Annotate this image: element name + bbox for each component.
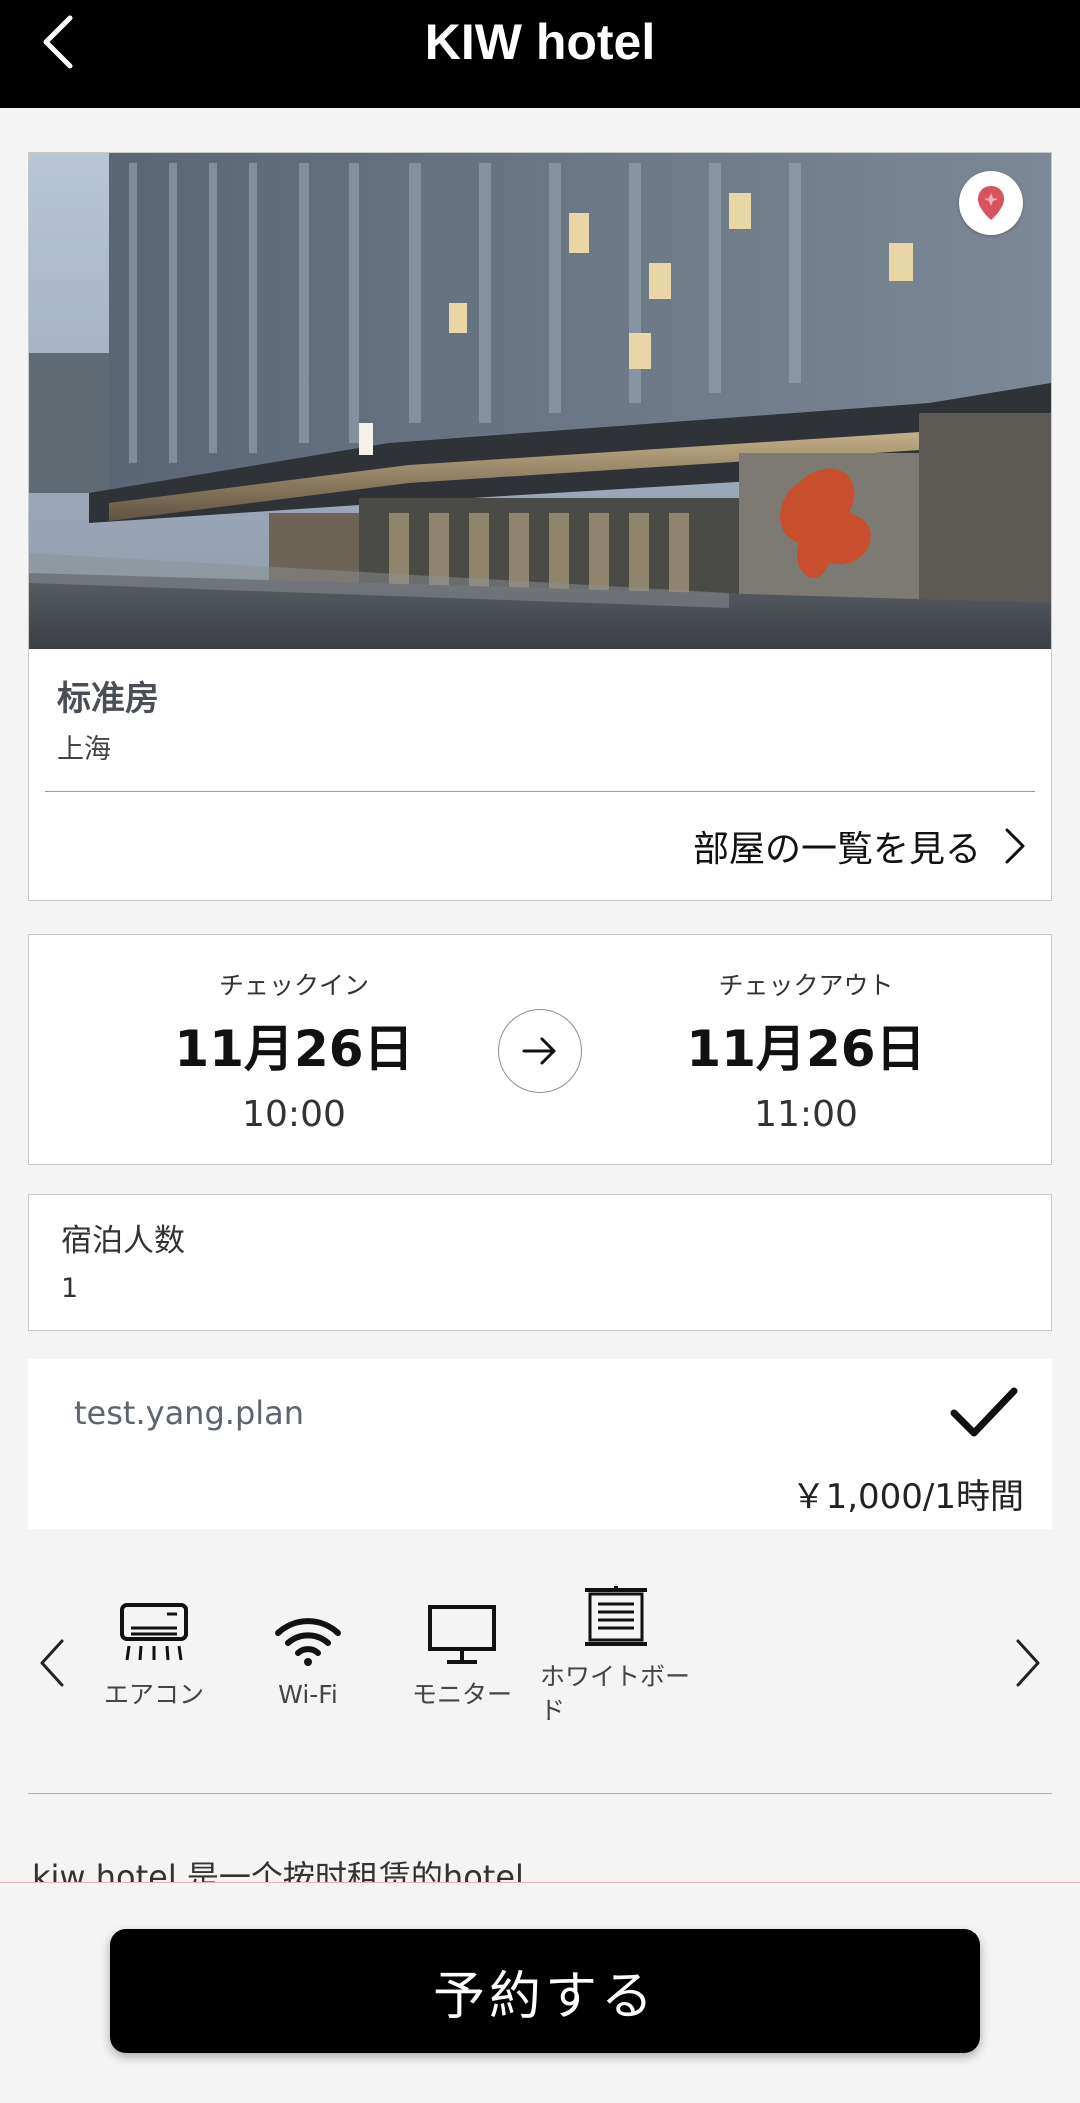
checkin-block[interactable]: チェックイン 11月26日 10:00 xyxy=(124,969,464,1139)
amenity-item: エアコン xyxy=(84,1586,224,1712)
amenity-item: ホワイトボード xyxy=(540,1586,690,1728)
amenity-item: モニター xyxy=(392,1586,532,1712)
monitor-icon xyxy=(428,1605,496,1664)
divider xyxy=(45,791,1035,792)
room-card: 标准房 上海 部屋の一覧を見る xyxy=(28,152,1052,901)
whiteboard-icon xyxy=(585,1586,647,1646)
guests-value: 1 xyxy=(61,1273,79,1304)
checkout-label: チェックアウト xyxy=(718,971,894,1000)
chevron-right-icon xyxy=(1016,1639,1040,1687)
chevron-right-icon xyxy=(1005,828,1025,864)
guests-label: 宿泊人数 xyxy=(61,1223,185,1259)
page-title: KIW hotel xyxy=(424,14,656,70)
checkin-date: 11月26日 xyxy=(174,1020,414,1078)
view-rooms-label: 部屋の一覧を見る xyxy=(692,829,981,870)
book-button-label: 予約する xyxy=(432,1966,657,2027)
divider xyxy=(28,1793,1052,1794)
amenity-label: Wi-Fi xyxy=(278,1680,338,1709)
chevron-left-icon xyxy=(40,1639,64,1687)
amenity-label: モニター xyxy=(411,1680,512,1709)
amenity-label: エアコン xyxy=(103,1680,204,1709)
amenity-label: ホワイトボード xyxy=(540,1662,691,1725)
arrow-right-icon xyxy=(522,1037,556,1065)
carousel-next-button[interactable] xyxy=(998,1630,1058,1696)
plan-option[interactable]: test.yang.plan ￥1,000/1時間 xyxy=(28,1359,1052,1529)
amenity-item: Wi-Fi xyxy=(238,1586,378,1712)
checkin-time: 10:00 xyxy=(242,1094,346,1135)
wifi-icon xyxy=(275,1618,341,1666)
plan-price: ￥1,000/1時間 xyxy=(791,1477,1024,1517)
book-button[interactable]: 予約する xyxy=(110,1929,980,2053)
view-rooms-link[interactable]: 部屋の一覧を見る xyxy=(693,809,1027,883)
checkin-label: チェックイン xyxy=(218,971,369,1000)
booking-footer: 予約する xyxy=(0,1882,1080,2103)
map-pin-button[interactable] xyxy=(959,171,1023,235)
date-arrow xyxy=(498,1009,582,1093)
carousel-prev-button[interactable] xyxy=(22,1630,82,1696)
app-header: KIW hotel xyxy=(0,0,1080,108)
map-pin-icon xyxy=(978,186,1004,220)
stay-dates-card[interactable]: チェックイン 11月26日 10:00 チェックアウト 11月26日 11:00 xyxy=(28,934,1052,1165)
air-conditioner-icon xyxy=(120,1603,188,1661)
guests-field[interactable]: 宿泊人数 1 xyxy=(28,1194,1052,1331)
hotel-photo xyxy=(29,153,1051,649)
amenities-carousel: エアコン Wi-Fi モニター ホワイトボード xyxy=(0,1570,1080,1750)
checkout-block[interactable]: チェックアウト 11月26日 11:00 xyxy=(636,969,976,1139)
checkout-date: 11月26日 xyxy=(686,1020,926,1078)
plan-name: test.yang.plan xyxy=(74,1394,305,1432)
room-city: 上海 xyxy=(57,734,111,765)
checkmark-icon xyxy=(950,1387,1018,1437)
room-name: 标准房 xyxy=(57,679,159,719)
checkout-time: 11:00 xyxy=(754,1094,858,1135)
